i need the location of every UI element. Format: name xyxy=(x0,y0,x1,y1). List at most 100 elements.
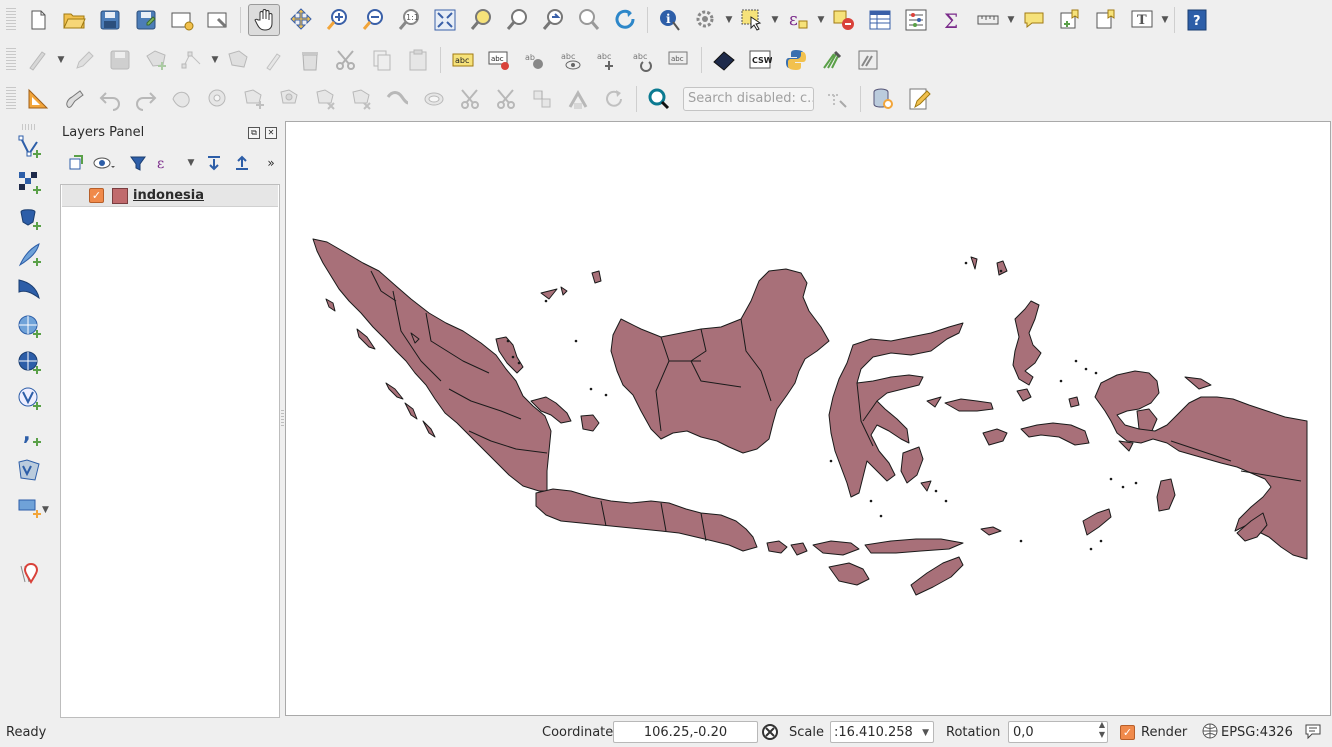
grass-tools-icon[interactable] xyxy=(817,45,847,75)
crs-label[interactable]: EPSG:4326 xyxy=(1221,725,1293,740)
merge-attributes-icon[interactable] xyxy=(563,84,593,114)
highlight-labels-icon[interactable]: ab xyxy=(520,45,550,75)
more-tools-icon[interactable]: » xyxy=(260,152,282,174)
delete-ring-icon[interactable] xyxy=(311,84,341,114)
copy-features-icon[interactable] xyxy=(367,45,397,75)
panel-splitter[interactable] xyxy=(281,410,284,426)
pan-map-icon[interactable] xyxy=(248,4,280,36)
vertex-tool-icon[interactable] xyxy=(177,45,207,75)
add-mssql-layer-icon[interactable] xyxy=(15,276,45,306)
add-polygon-icon[interactable] xyxy=(141,45,171,75)
add-wms-layer-icon[interactable] xyxy=(15,312,45,342)
new-layer-icon[interactable] xyxy=(15,492,45,522)
zoom-full-icon[interactable] xyxy=(430,5,460,35)
measure-angle-icon[interactable] xyxy=(823,84,853,114)
actions-icon[interactable] xyxy=(691,5,721,35)
layer-name[interactable]: indonesia xyxy=(133,188,204,203)
simplify-icon[interactable] xyxy=(167,84,197,114)
close-panel-icon[interactable]: ✕ xyxy=(265,127,277,139)
reshape-icon[interactable] xyxy=(383,84,413,114)
new-print-layout-icon[interactable] xyxy=(167,5,197,35)
select-dropdown-icon[interactable]: ▼ xyxy=(770,15,780,25)
pencil-line-icon[interactable] xyxy=(259,45,289,75)
save-as-icon[interactable] xyxy=(131,5,161,35)
split-parts-icon[interactable] xyxy=(491,84,521,114)
label-tool-icon[interactable]: abc xyxy=(448,45,478,75)
coordinate-field[interactable]: 106.25,-0.20 xyxy=(613,721,758,743)
annotation-dropdown-icon[interactable]: ▼ xyxy=(1160,15,1170,25)
save-project-icon[interactable] xyxy=(95,5,125,35)
grass-tools-2-icon[interactable] xyxy=(853,45,883,75)
layer-symbol-swatch[interactable] xyxy=(112,188,128,204)
actions-dropdown-icon[interactable]: ▼ xyxy=(724,15,734,25)
render-checkbox[interactable]: ✓ xyxy=(1120,725,1135,740)
change-label-icon[interactable]: abc xyxy=(664,45,694,75)
snapping-tool-icon[interactable] xyxy=(23,84,53,114)
add-wcs-layer-icon[interactable] xyxy=(15,348,45,378)
open-project-icon[interactable] xyxy=(59,5,89,35)
add-raster-layer-icon[interactable] xyxy=(15,168,45,198)
deselect-icon[interactable] xyxy=(829,5,859,35)
metasearch-icon[interactable] xyxy=(709,45,739,75)
delete-selected-icon[interactable] xyxy=(295,45,325,75)
paste-features-icon[interactable] xyxy=(403,45,433,75)
scale-field[interactable]: :16.410.258 ▼ xyxy=(830,721,934,743)
add-part-icon[interactable] xyxy=(239,84,269,114)
identify-icon[interactable]: i xyxy=(655,5,685,35)
refresh-icon[interactable] xyxy=(610,5,640,35)
rotate-symbols-icon[interactable] xyxy=(599,84,629,114)
attribute-table-icon[interactable] xyxy=(865,5,895,35)
vertex-dropdown-icon[interactable]: ▼ xyxy=(210,55,220,65)
new-project-icon[interactable] xyxy=(23,5,53,35)
rotate-label-icon[interactable]: abc xyxy=(628,45,658,75)
add-delimited-text-icon[interactable]: , xyxy=(15,420,45,450)
zoom-to-layer-icon[interactable] xyxy=(502,5,532,35)
text-annotation-icon[interactable]: T xyxy=(1127,5,1157,35)
move-label-icon[interactable]: abc xyxy=(592,45,622,75)
new-layer-dropdown-icon[interactable]: ▼ xyxy=(42,505,49,515)
measure-icon[interactable] xyxy=(973,5,1003,35)
zoom-native-icon[interactable]: 1:1 xyxy=(394,5,424,35)
zoom-next-icon[interactable] xyxy=(574,5,604,35)
rotation-field[interactable]: 0,0 ▲ ▼ xyxy=(1008,720,1108,743)
scale-dropdown-icon[interactable]: ▼ xyxy=(922,722,929,744)
merge-icon[interactable] xyxy=(527,84,557,114)
enable-tracing-icon[interactable] xyxy=(59,84,89,114)
select-features-icon[interactable] xyxy=(737,5,767,35)
crs-globe-icon[interactable] xyxy=(1202,723,1218,743)
save-edits-icon[interactable] xyxy=(105,45,135,75)
add-vector-layer-icon[interactable] xyxy=(15,132,45,162)
add-spatialite-layer-icon[interactable] xyxy=(15,240,45,270)
collapse-all-icon[interactable] xyxy=(231,152,253,174)
show-hide-labels-icon[interactable]: abc xyxy=(556,45,586,75)
layer-visibility-checkbox[interactable]: ✓ xyxy=(89,188,104,203)
fill-ring-icon[interactable] xyxy=(275,84,305,114)
toolbar-handle[interactable] xyxy=(6,87,16,111)
digitize-icon[interactable] xyxy=(23,45,53,75)
float-panel-icon[interactable]: ⧉ xyxy=(248,127,260,139)
indonesia-map[interactable] xyxy=(286,122,1331,716)
search-input[interactable]: Search disabled: c... xyxy=(683,87,814,111)
measure-dropdown-icon[interactable]: ▼ xyxy=(1006,15,1016,25)
expression-dropdown-icon[interactable]: ▼ xyxy=(816,15,826,25)
new-bookmark-icon[interactable] xyxy=(1055,5,1085,35)
python-console-icon[interactable] xyxy=(781,45,811,75)
edit-pencil-icon[interactable] xyxy=(69,45,99,75)
zoom-last-icon[interactable] xyxy=(538,5,568,35)
field-calculator-icon[interactable]: Σ xyxy=(937,5,967,35)
messages-icon[interactable] xyxy=(1304,722,1322,744)
add-postgis-layer-icon[interactable] xyxy=(15,204,45,234)
delete-part-icon[interactable] xyxy=(347,84,377,114)
toggle-extents-icon[interactable] xyxy=(760,722,780,746)
expand-all-icon[interactable] xyxy=(203,152,225,174)
edit-notes-icon[interactable] xyxy=(904,84,934,114)
add-ring-icon[interactable] xyxy=(203,84,233,114)
pan-to-selection-icon[interactable] xyxy=(286,5,316,35)
db-manager-icon[interactable] xyxy=(868,84,898,114)
pin-labels-icon[interactable]: abc xyxy=(484,45,514,75)
map-canvas[interactable] xyxy=(285,121,1331,716)
filter-expression-icon[interactable]: ε xyxy=(155,152,177,174)
help-icon[interactable]: ? xyxy=(1182,5,1212,35)
toolbar-handle[interactable] xyxy=(6,8,16,32)
rotation-spinner-icon[interactable]: ▲ ▼ xyxy=(1099,720,1105,740)
